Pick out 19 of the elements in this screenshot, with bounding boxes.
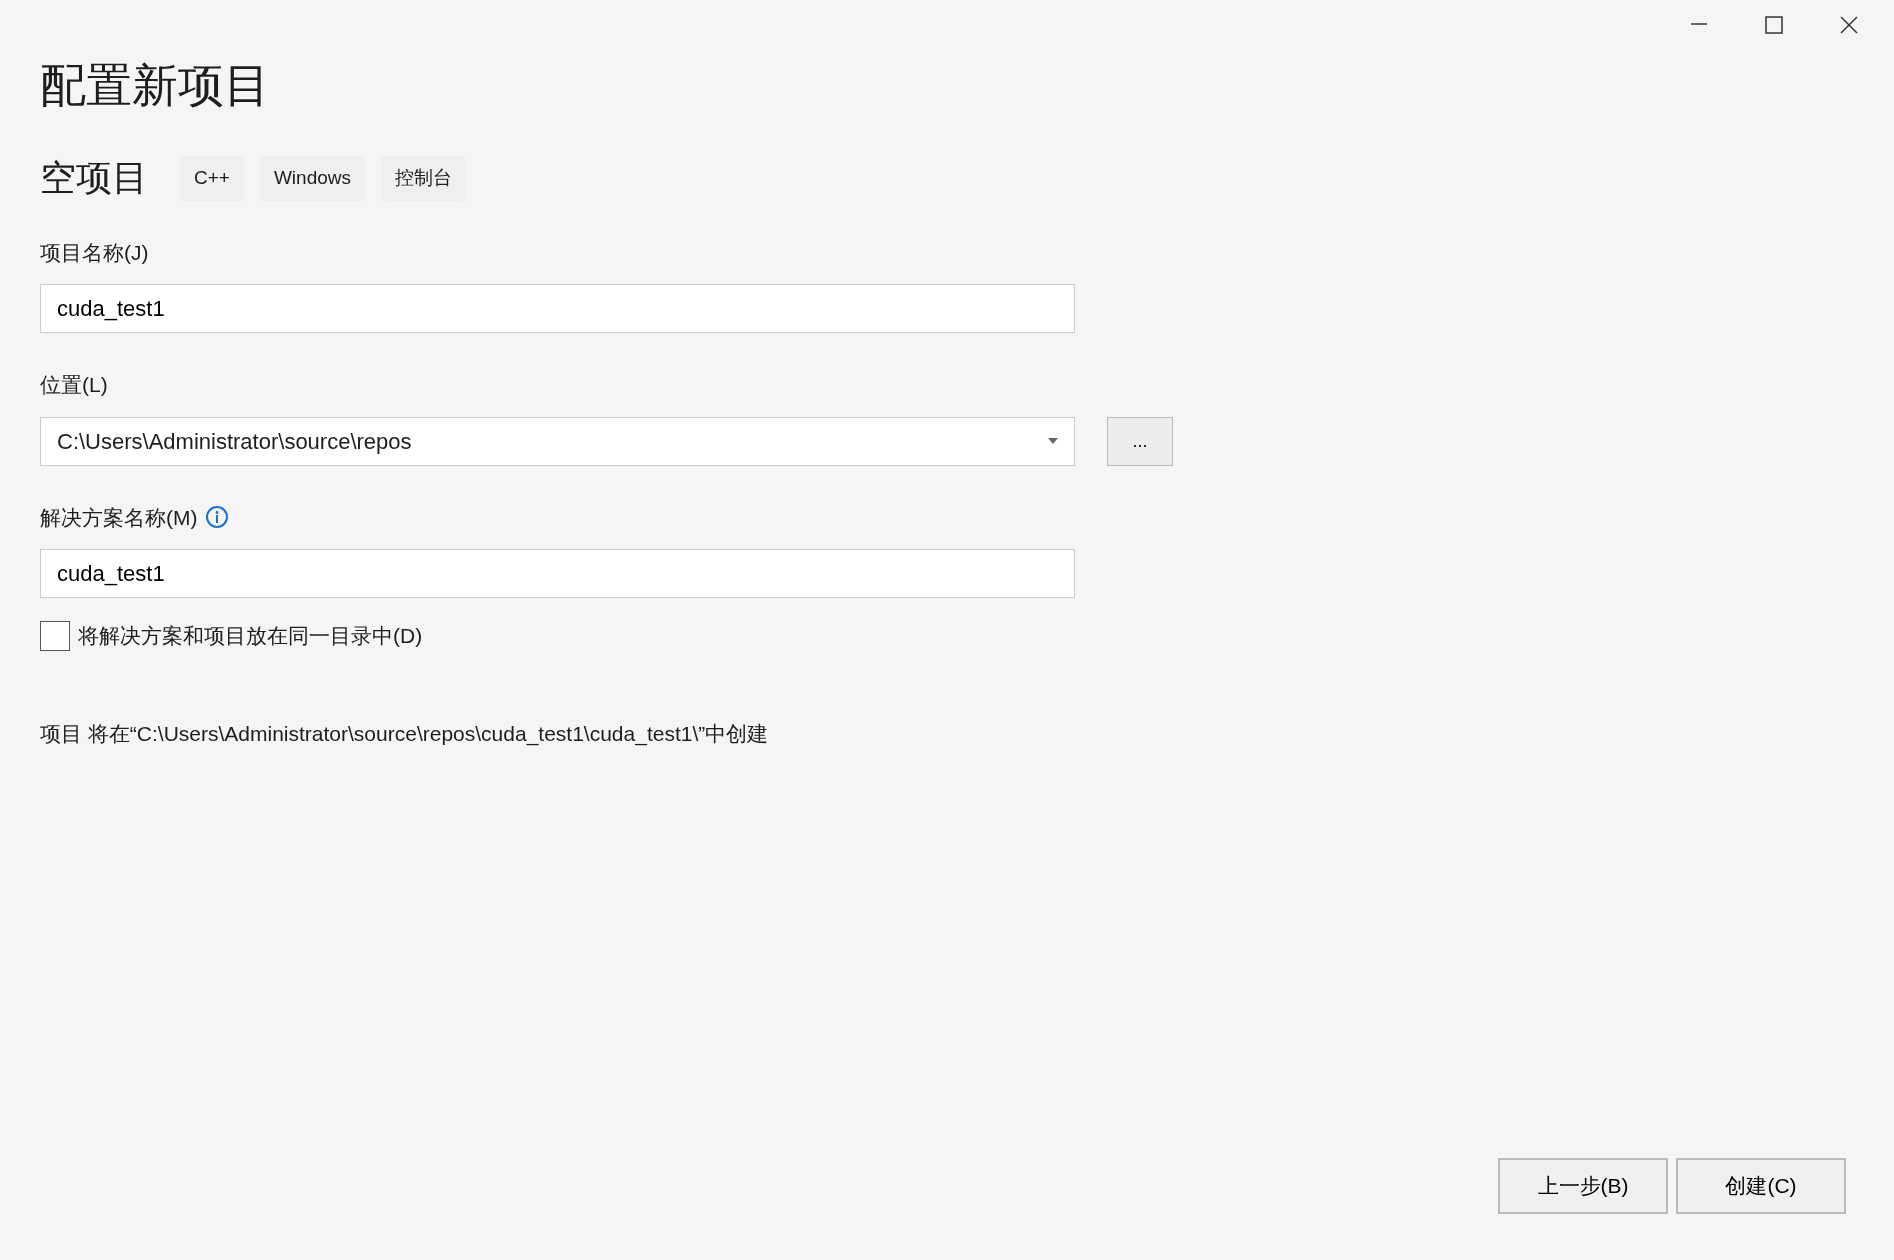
field-label: 项目名称(J)	[40, 239, 149, 266]
info-icon[interactable]	[205, 505, 230, 530]
summary-text: 项目 将在“C:\Users\Administrator\source\repos\cuda_test1\cuda_test1\”中创建	[40, 720, 770, 748]
tag: 控制台	[381, 156, 466, 201]
dialog-title: 配置新项目	[40, 62, 271, 108]
tag: C++	[180, 156, 244, 201]
dialog-button[interactable]: 上一步(B)	[1498, 1158, 1668, 1214]
field-label: 位置(L)	[40, 372, 108, 398]
template-name: 空项目	[40, 160, 148, 197]
browse-button[interactable]: ...	[1107, 416, 1173, 466]
dialog-button[interactable]: 创建(C)	[1676, 1158, 1846, 1214]
checkbox-label[interactable]: 将解决方案和项目放在同一目录中(D)	[78, 620, 423, 652]
field-label: 解决方案名称(M)	[40, 504, 198, 531]
text-field[interactable]: cuda_test1	[40, 549, 1075, 598]
checkbox[interactable]	[40, 620, 70, 651]
tag: Windows	[259, 156, 365, 201]
caret-icon	[1048, 438, 1058, 444]
text-field[interactable]: cuda_test1	[40, 284, 1075, 333]
location-dropdown[interactable]: C:\Users\Administrator\source\repos	[40, 416, 1075, 466]
